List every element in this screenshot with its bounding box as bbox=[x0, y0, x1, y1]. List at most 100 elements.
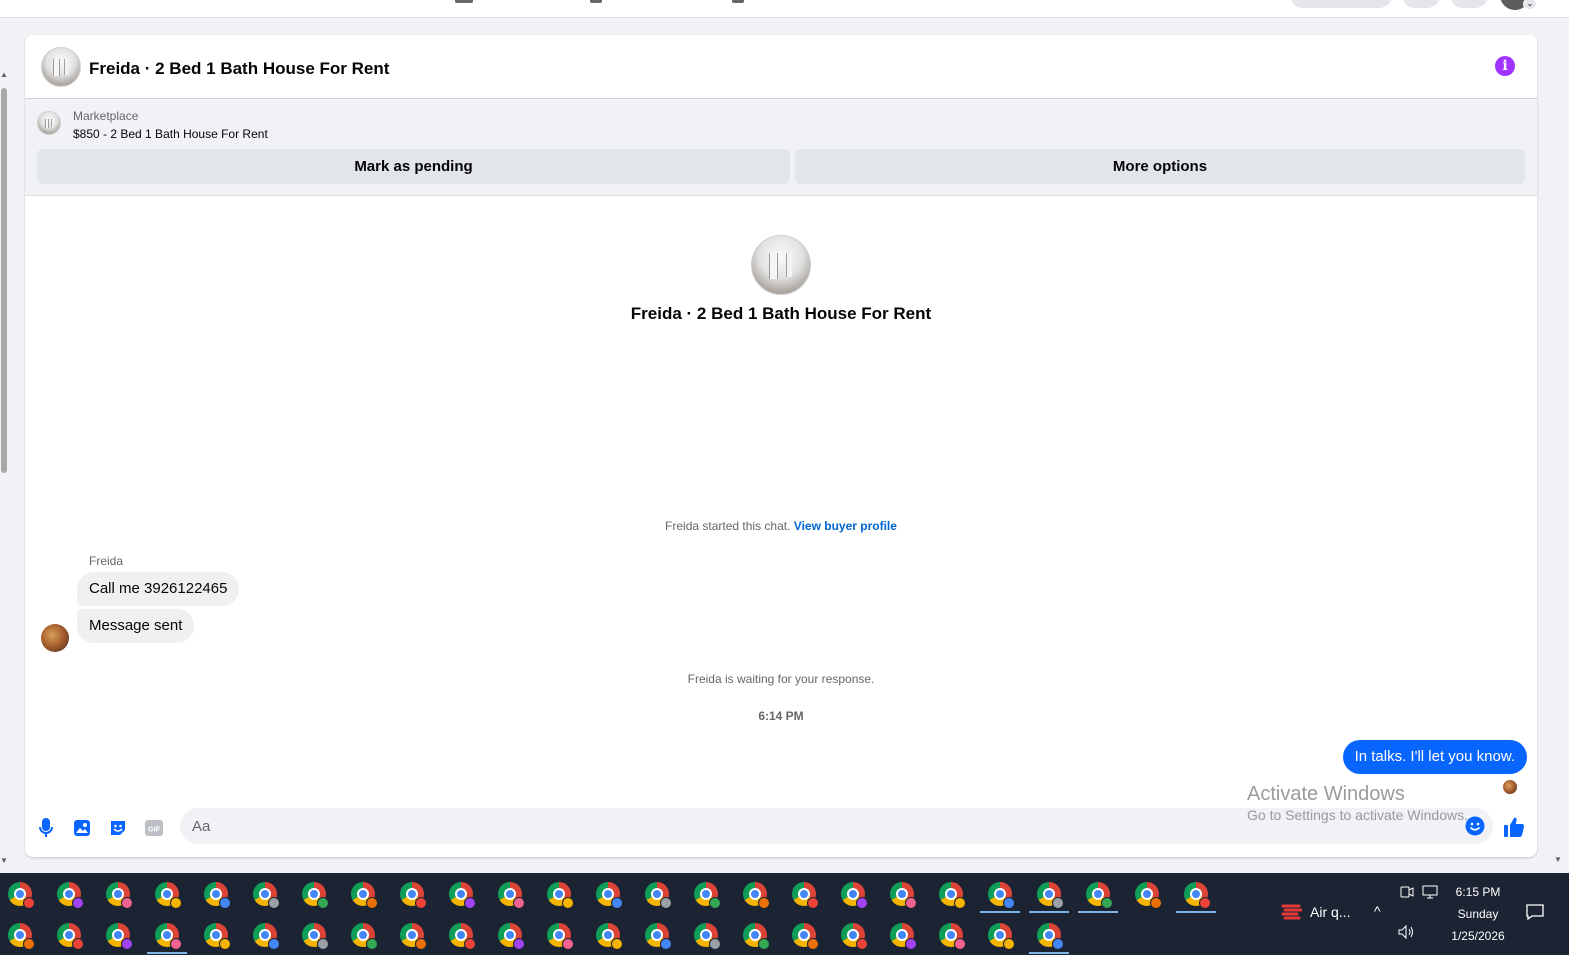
chrome-taskbar-button[interactable] bbox=[245, 877, 285, 911]
sender-avatar[interactable] bbox=[41, 624, 69, 652]
chrome-taskbar-button[interactable] bbox=[98, 877, 138, 911]
chrome-taskbar-button[interactable] bbox=[294, 877, 334, 911]
mark-as-pending-button[interactable]: Mark as pending bbox=[37, 149, 790, 184]
incoming-message[interactable]: Call me 3926122465 bbox=[77, 572, 240, 606]
outgoing-message[interactable]: In talks. I'll let you know. bbox=[1342, 740, 1527, 774]
more-options-button[interactable]: More options bbox=[795, 149, 1525, 184]
incoming-message[interactable]: Message sent bbox=[77, 609, 195, 643]
chrome-icon bbox=[400, 882, 427, 909]
chrome-taskbar-button[interactable] bbox=[294, 918, 334, 952]
nav-find-friends-button[interactable] bbox=[1290, 0, 1392, 8]
chat-scroll-down-arrow-icon[interactable]: ▼ bbox=[1554, 855, 1562, 864]
chrome-taskbar-button[interactable] bbox=[539, 877, 579, 911]
chrome-icon bbox=[106, 923, 133, 950]
chrome-taskbar-button[interactable] bbox=[637, 918, 677, 952]
thumbs-up-icon[interactable] bbox=[1503, 816, 1527, 840]
emoji-icon[interactable] bbox=[1465, 816, 1485, 836]
chrome-taskbar-button[interactable] bbox=[1029, 877, 1069, 913]
chrome-taskbar-button[interactable] bbox=[833, 877, 873, 911]
nav-home-tab[interactable] bbox=[455, 0, 473, 3]
network-icon[interactable] bbox=[1422, 885, 1438, 899]
message-thread: Freida · 2 Bed 1 Bath House For Rent Fre… bbox=[25, 196, 1537, 796]
page-scrollbar[interactable]: ▲ ▼ bbox=[0, 70, 8, 870]
chrome-icon bbox=[449, 923, 476, 950]
scroll-up-arrow-icon[interactable]: ▲ bbox=[0, 70, 8, 79]
chrome-icon bbox=[498, 882, 525, 909]
listing-thumbnail[interactable] bbox=[37, 111, 61, 135]
chrome-taskbar-button[interactable] bbox=[882, 877, 922, 911]
svg-text:GIF: GIF bbox=[148, 825, 161, 834]
chrome-taskbar-button[interactable] bbox=[147, 877, 187, 911]
chrome-taskbar-button[interactable] bbox=[245, 918, 285, 952]
nav-video-tab[interactable] bbox=[590, 0, 602, 3]
chrome-taskbar-button[interactable] bbox=[588, 877, 628, 911]
chrome-taskbar-button[interactable] bbox=[1176, 877, 1216, 913]
chrome-taskbar-button[interactable] bbox=[931, 918, 971, 952]
chrome-taskbar-button[interactable] bbox=[98, 918, 138, 952]
scrollbar-thumb[interactable] bbox=[1, 88, 7, 473]
chevron-down-icon[interactable]: ⌄ bbox=[1523, 0, 1537, 10]
chrome-taskbar-button[interactable] bbox=[980, 918, 1020, 952]
weather-widget[interactable]: Air q... bbox=[1280, 901, 1350, 923]
chrome-taskbar-button[interactable] bbox=[147, 918, 187, 954]
volume-icon[interactable] bbox=[1398, 925, 1414, 939]
meet-now-icon[interactable] bbox=[1399, 885, 1415, 899]
chrome-taskbar-button[interactable] bbox=[343, 877, 383, 911]
chrome-icon bbox=[645, 923, 672, 950]
listing-avatar[interactable] bbox=[41, 47, 81, 87]
chrome-taskbar-button[interactable] bbox=[490, 877, 530, 911]
profile-badge-icon bbox=[415, 938, 427, 950]
chrome-taskbar-button[interactable] bbox=[784, 918, 824, 952]
chrome-taskbar-button[interactable] bbox=[833, 918, 873, 952]
show-hidden-icons-chevron-icon[interactable]: ^ bbox=[1374, 903, 1381, 919]
profile-badge-icon bbox=[170, 897, 182, 909]
chrome-taskbar-button[interactable] bbox=[196, 877, 236, 911]
chrome-taskbar-button[interactable] bbox=[1029, 918, 1069, 954]
intro-listing-avatar[interactable] bbox=[751, 235, 811, 295]
chrome-taskbar-button[interactable] bbox=[49, 877, 89, 911]
microphone-icon[interactable] bbox=[36, 818, 56, 838]
chrome-taskbar-button[interactable] bbox=[196, 918, 236, 952]
chrome-taskbar-button[interactable] bbox=[980, 877, 1020, 913]
chrome-taskbar-button[interactable] bbox=[49, 918, 89, 952]
chrome-taskbar-button[interactable] bbox=[588, 918, 628, 952]
sticker-icon[interactable] bbox=[108, 818, 128, 838]
chrome-taskbar-button[interactable] bbox=[735, 877, 775, 911]
chat-title[interactable]: Freida · 2 Bed 1 Bath House For Rent bbox=[89, 59, 389, 79]
listing-price-title[interactable]: $850 - 2 Bed 1 Bath House For Rent bbox=[73, 127, 268, 141]
chrome-taskbar-button[interactable] bbox=[686, 877, 726, 911]
nav-notifications-button[interactable] bbox=[1450, 0, 1488, 8]
chrome-taskbar-button[interactable] bbox=[392, 877, 432, 911]
profile-badge-icon bbox=[660, 897, 672, 909]
chrome-taskbar-button[interactable] bbox=[490, 918, 530, 952]
gif-icon[interactable]: GIF bbox=[144, 818, 164, 838]
chrome-taskbar-button[interactable] bbox=[1078, 877, 1118, 913]
photo-icon[interactable] bbox=[72, 818, 92, 838]
chrome-taskbar-button[interactable] bbox=[441, 877, 481, 911]
nav-messenger-button[interactable] bbox=[1402, 0, 1440, 8]
chrome-taskbar-button[interactable] bbox=[539, 918, 579, 952]
info-icon[interactable]: i bbox=[1495, 56, 1515, 76]
chrome-taskbar-button[interactable] bbox=[392, 918, 432, 952]
chrome-taskbar-button[interactable] bbox=[784, 877, 824, 911]
profile-badge-icon bbox=[1150, 897, 1162, 909]
taskbar-clock[interactable]: 6:15 PM Sunday 1/25/2026 bbox=[1440, 881, 1516, 947]
scroll-down-arrow-icon[interactable]: ▼ bbox=[0, 856, 8, 865]
chrome-taskbar-button[interactable] bbox=[931, 877, 971, 911]
chrome-taskbar-button[interactable] bbox=[637, 877, 677, 911]
chrome-taskbar-button[interactable] bbox=[882, 918, 922, 952]
view-buyer-profile-link[interactable]: View buyer profile bbox=[794, 519, 897, 533]
chrome-taskbar-button[interactable] bbox=[0, 877, 40, 911]
profile-badge-icon bbox=[1101, 897, 1113, 909]
chrome-taskbar-button[interactable] bbox=[686, 918, 726, 952]
profile-badge-icon bbox=[23, 897, 35, 909]
chrome-taskbar-button[interactable] bbox=[1127, 877, 1167, 911]
chrome-taskbar-button[interactable] bbox=[735, 918, 775, 952]
chrome-taskbar-button[interactable] bbox=[441, 918, 481, 952]
chrome-taskbar-button[interactable] bbox=[343, 918, 383, 952]
chrome-icon bbox=[57, 923, 84, 950]
notification-center-icon[interactable] bbox=[1526, 903, 1544, 921]
message-input[interactable] bbox=[180, 808, 1455, 844]
chrome-taskbar-button[interactable] bbox=[0, 918, 40, 952]
nav-marketplace-tab[interactable] bbox=[732, 0, 744, 3]
